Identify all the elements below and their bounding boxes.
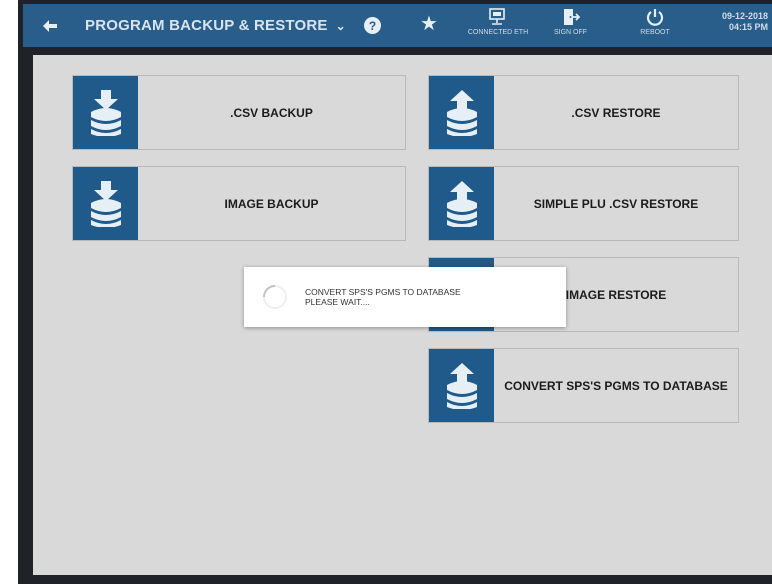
connection-label: CONNECTED ETH bbox=[467, 29, 529, 36]
connection-status[interactable]: CONNECTED ETH bbox=[463, 7, 533, 36]
icon-box bbox=[429, 76, 494, 149]
csv-backup-button[interactable]: .CSV BACKUP bbox=[72, 75, 406, 150]
icon-box bbox=[429, 167, 494, 240]
simple-plu-csv-restore-button[interactable]: SIMPLE PLU .CSV RESTORE bbox=[428, 166, 739, 241]
back-button[interactable] bbox=[33, 4, 67, 47]
dialog-line-1: CONVERT SPS'S PGMS TO DATABASE bbox=[305, 287, 461, 297]
date-text: 09-12-2018 bbox=[721, 11, 768, 21]
database-upload-icon bbox=[446, 89, 477, 136]
sign-out-icon bbox=[563, 9, 580, 25]
time-text: 04:15 PM bbox=[728, 22, 768, 32]
progress-dialog: CONVERT SPS'S PGMS TO DATABASE PLEASE WA… bbox=[244, 267, 566, 327]
image-backup-button[interactable]: IMAGE BACKUP bbox=[72, 166, 406, 241]
date-time-display: 09-12-2018 04:15 PM bbox=[722, 11, 768, 33]
reboot-button[interactable]: REBOOT bbox=[628, 7, 682, 36]
database-upload-icon bbox=[446, 362, 477, 409]
svg-text:?: ? bbox=[369, 19, 376, 33]
tile-label: CONVERT SPS'S PGMS TO DATABASE bbox=[504, 378, 728, 393]
star-icon[interactable]: ★ bbox=[418, 13, 440, 35]
arrow-left-icon bbox=[43, 19, 57, 32]
icon-box bbox=[73, 167, 138, 240]
tile-label: SIMPLE PLU .CSV RESTORE bbox=[533, 196, 699, 211]
csv-restore-button[interactable]: .CSV RESTORE bbox=[428, 75, 739, 150]
tile-label: .CSV BACKUP bbox=[230, 105, 313, 120]
power-icon bbox=[646, 9, 664, 26]
tile-label: IMAGE BACKUP bbox=[224, 196, 319, 211]
database-upload-icon bbox=[446, 180, 477, 227]
chevron-down-icon: ⌄ bbox=[335, 18, 346, 33]
top-bar: PROGRAM BACKUP & RESTORE ⌄ ? ★ CONNECTED… bbox=[23, 4, 772, 47]
icon-box bbox=[429, 349, 494, 422]
screen-title-dropdown[interactable]: PROGRAM BACKUP & RESTORE ⌄ bbox=[85, 4, 346, 47]
tile-label: .CSV RESTORE bbox=[571, 105, 661, 120]
page-title: PROGRAM BACKUP & RESTORE bbox=[85, 17, 328, 34]
dialog-message: CONVERT SPS'S PGMS TO DATABASE PLEASE WA… bbox=[305, 287, 461, 307]
help-icon[interactable]: ? bbox=[363, 16, 382, 35]
network-icon bbox=[489, 8, 505, 25]
loading-spinner-icon bbox=[263, 285, 287, 309]
database-download-icon bbox=[90, 180, 121, 227]
reboot-label: REBOOT bbox=[640, 29, 670, 36]
convert-sps-pgms-button[interactable]: CONVERT SPS'S PGMS TO DATABASE bbox=[428, 348, 739, 423]
sign-off-button[interactable]: SIGN OFF bbox=[543, 7, 598, 36]
dialog-line-2: PLEASE WAIT.... bbox=[305, 297, 370, 307]
sign-off-label: SIGN OFF bbox=[553, 29, 588, 36]
icon-box bbox=[73, 76, 138, 149]
database-download-icon bbox=[90, 89, 121, 136]
